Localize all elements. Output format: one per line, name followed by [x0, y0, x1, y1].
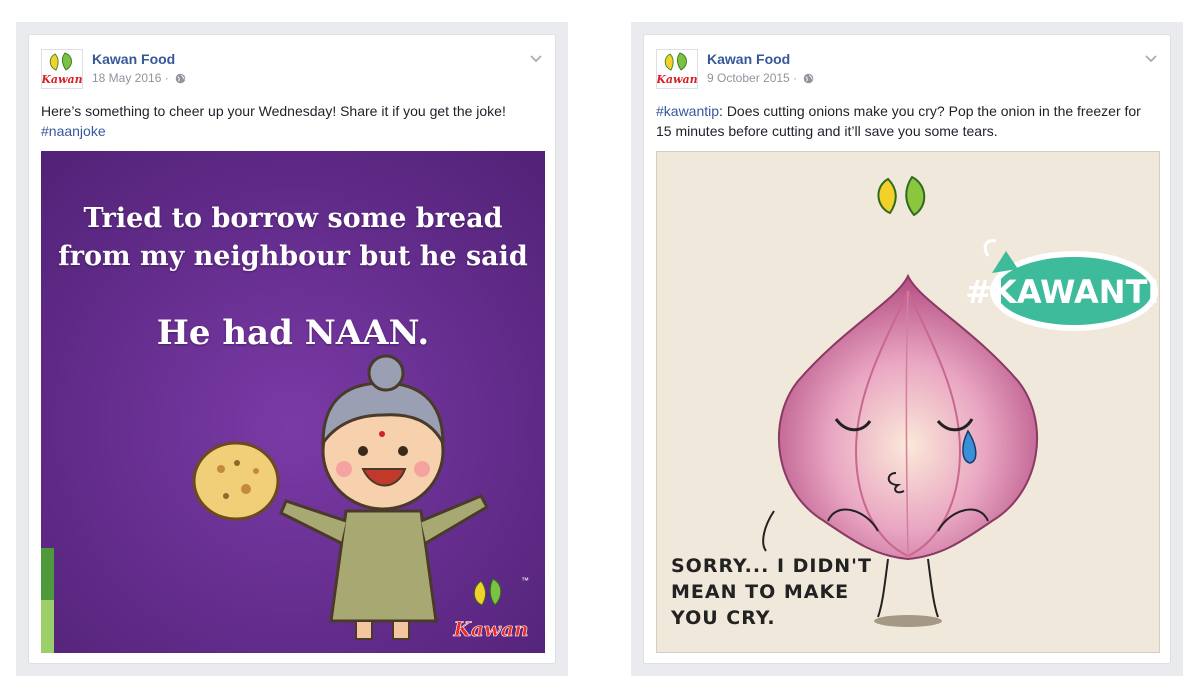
- caption-line-1: SORRY... I DIDN'T: [671, 555, 872, 577]
- page-name[interactable]: Kawan Food: [92, 51, 175, 67]
- globe-icon: [175, 73, 186, 87]
- post-image-kawantip[interactable]: #KAWANTIP: [656, 151, 1160, 653]
- post-card-naanjoke: Kawan Kawan Food 18 May 2016 · Here’s so…: [28, 34, 556, 664]
- post-meta: 18 May 2016 ·: [92, 71, 186, 87]
- post-meta: 9 October 2015 ·: [707, 71, 814, 87]
- post-text: Here’s something to cheer up your Wednes…: [41, 101, 543, 141]
- chevron-down-icon[interactable]: [529, 51, 543, 69]
- post-card-kawantip: Kawan Kawan Food 9 October 2015 · #kawan…: [643, 34, 1171, 664]
- post-body: : Does cutting onions make you cry? Pop …: [656, 103, 1141, 139]
- post-text: #kawantip: Does cutting onions make you …: [656, 101, 1158, 141]
- caption-line-3: YOU CRY.: [671, 607, 776, 629]
- hashtag-link[interactable]: #naanjoke: [41, 123, 106, 139]
- post-frame-right: Kawan Kawan Food 9 October 2015 · #kawan…: [631, 22, 1183, 676]
- svg-text:Kawan: Kawan: [42, 73, 82, 86]
- kawan-logo-icon[interactable]: Kawan: [41, 49, 83, 89]
- globe-icon: [803, 73, 814, 87]
- trademark-mark: ™: [521, 576, 529, 585]
- joke-line-2: from my neighbour but he said: [58, 241, 528, 272]
- joke-line-1: Tried to borrow some bread: [83, 203, 503, 234]
- joke-punchline: He had NAAN.: [156, 313, 430, 353]
- kawantip-caption: SORRY... I DIDN'T MEAN TO MAKE YOU CRY.: [671, 553, 872, 631]
- brand-logo-text: Kawan: [452, 617, 528, 641]
- svg-text:Kawan: Kawan: [657, 73, 697, 86]
- post-date[interactable]: 9 October 2015: [707, 71, 790, 85]
- caption-line-2: MEAN TO MAKE: [671, 581, 850, 603]
- post-frame-left: Kawan Kawan Food 18 May 2016 · Here’s so…: [16, 22, 568, 676]
- kawantip-badge: #KAWANTIP: [965, 273, 1160, 311]
- post-header: Kawan Kawan Food 9 October 2015 ·: [656, 49, 1158, 93]
- chevron-down-icon[interactable]: [1144, 51, 1158, 69]
- kawan-logo-icon[interactable]: Kawan: [656, 49, 698, 89]
- hashtag-link[interactable]: #kawantip: [656, 103, 719, 119]
- post-header: Kawan Kawan Food 18 May 2016 ·: [41, 49, 543, 93]
- post-image-naanjoke[interactable]: Kawan ™ Tried to borrow some bread from …: [41, 151, 545, 653]
- post-body: Here’s something to cheer up your Wednes…: [41, 103, 506, 119]
- page-name[interactable]: Kawan Food: [707, 51, 790, 67]
- post-date[interactable]: 18 May 2016: [92, 71, 161, 85]
